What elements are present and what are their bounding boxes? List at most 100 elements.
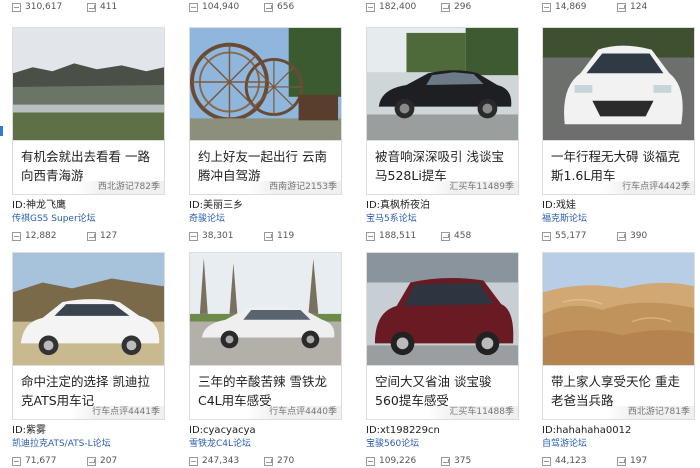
view-count-icon bbox=[366, 231, 375, 241]
top-stats-2: 104,940 656 bbox=[189, 1, 294, 13]
card-author[interactable]: ID:hahahaha0012 bbox=[542, 425, 695, 437]
card-title[interactable]: 有机会就出去看看 一路向西青海游 bbox=[21, 147, 158, 185]
comment-count: 656 bbox=[277, 2, 295, 12]
article-card[interactable]: 被音响深深吸引 浅谈宝马528Li提车 汇买车11489季 ID:真枫桥夜泊 宝… bbox=[366, 27, 519, 242]
article-card[interactable]: 带上家人享受天伦 重走老爸当兵路 西北游记781季 ID:hahahaha001… bbox=[542, 252, 695, 467]
view-count: 71,677 bbox=[25, 456, 57, 466]
card-tag[interactable]: 汇买车11488季 bbox=[427, 406, 518, 419]
card-tag[interactable]: 西南游记2153季 bbox=[247, 181, 341, 194]
card-title[interactable]: 空间大又省油 谈宝骏560提车感受 bbox=[375, 372, 512, 410]
view-count-icon bbox=[12, 456, 21, 466]
card-title[interactable]: 一年行程无大碍 谈福克斯1.6L用车 bbox=[551, 147, 688, 185]
comment-count: 270 bbox=[277, 456, 295, 466]
card-title[interactable]: 命中注定的选择 凯迪拉克ATS用车记 bbox=[21, 372, 158, 410]
card-tag[interactable]: 西北游记782季 bbox=[75, 181, 164, 194]
card-author[interactable]: ID:神龙飞鹰 bbox=[12, 200, 165, 212]
card-author[interactable]: ID:xt198229cn bbox=[366, 425, 519, 437]
view-count: 12,882 bbox=[25, 231, 57, 241]
desert-dunes-photo[interactable] bbox=[542, 252, 695, 366]
card-title-box[interactable]: 命中注定的选择 凯迪拉克ATS用车记 行车点评4441季 bbox=[12, 366, 165, 420]
card-title[interactable]: 约上好友一起出行 云南腾冲自驾游 bbox=[198, 147, 335, 185]
card-title[interactable]: 三年的辛酸苦辣 雪铁龙C4L用车感受 bbox=[198, 372, 335, 410]
article-card[interactable]: 一年行程无大碍 谈福克斯1.6L用车 行车点评4442季 ID:戏娃 福克斯论坛… bbox=[542, 27, 695, 242]
card-forum-link[interactable]: 福克斯论坛 bbox=[542, 213, 695, 225]
black-sedan-photo[interactable] bbox=[366, 27, 519, 141]
card-forum-link[interactable]: 自驾游论坛 bbox=[542, 438, 695, 450]
view-count: 109,226 bbox=[379, 456, 417, 466]
card-author[interactable]: ID:cyacyacya bbox=[189, 425, 342, 437]
red-suv-photo[interactable] bbox=[366, 252, 519, 366]
white-cadillac-photo[interactable] bbox=[12, 252, 165, 366]
card-author[interactable]: ID:戏娃 bbox=[542, 200, 695, 212]
comment-count: 124 bbox=[630, 2, 648, 12]
view-count-icon bbox=[189, 456, 198, 466]
card-title-box[interactable]: 三年的辛酸苦辣 雪铁龙C4L用车感受 行车点评4440季 bbox=[189, 366, 342, 420]
card-tag[interactable]: 行车点评4441季 bbox=[70, 406, 164, 419]
comment-count: 197 bbox=[630, 456, 648, 466]
card-title-box[interactable]: 带上家人享受天伦 重走老爸当兵路 西北游记781季 bbox=[542, 366, 695, 420]
card-forum-link[interactable]: 传祺GS5 Super论坛 bbox=[12, 213, 165, 225]
comment-count-icon bbox=[441, 2, 450, 12]
view-count-icon bbox=[189, 2, 198, 12]
view-count-icon bbox=[12, 2, 21, 12]
card-title-box[interactable]: 被音响深深吸引 浅谈宝马528Li提车 汇买车11489季 bbox=[366, 141, 519, 195]
comment-count-icon bbox=[87, 2, 96, 12]
comment-count-icon bbox=[264, 231, 273, 241]
comment-count-icon bbox=[617, 456, 626, 466]
card-forum-link[interactable]: 奇骏论坛 bbox=[189, 213, 342, 225]
top-stats-4: 14,869 124 bbox=[542, 1, 647, 13]
card-stats: 109,226 375 bbox=[366, 455, 519, 467]
card-author[interactable]: ID:真枫桥夜泊 bbox=[366, 200, 519, 212]
card-tag[interactable]: 行车点评4442季 bbox=[600, 181, 694, 194]
card-title-box[interactable]: 一年行程无大碍 谈福克斯1.6L用车 行车点评4442季 bbox=[542, 141, 695, 195]
card-title-box[interactable]: 空间大又省油 谈宝骏560提车感受 汇买车11488季 bbox=[366, 366, 519, 420]
comment-count-icon bbox=[87, 456, 96, 466]
card-forum-link[interactable]: 雪铁龙C4L论坛 bbox=[189, 438, 342, 450]
comment-count: 207 bbox=[100, 456, 118, 466]
article-card[interactable]: 空间大又省油 谈宝骏560提车感受 汇买车11488季 ID:xt198229c… bbox=[366, 252, 519, 467]
view-count-icon bbox=[542, 456, 551, 466]
waterwheel-photo[interactable] bbox=[189, 27, 342, 141]
card-stats: 247,343 270 bbox=[189, 455, 342, 467]
view-count-icon bbox=[366, 456, 375, 466]
comment-count-icon bbox=[264, 2, 273, 12]
card-title-box[interactable]: 约上好友一起出行 云南腾冲自驾游 西南游记2153季 bbox=[189, 141, 342, 195]
article-card[interactable]: 三年的辛酸苦辣 雪铁龙C4L用车感受 行车点评4440季 ID:cyacyacy… bbox=[189, 252, 342, 467]
top-stats-1: 310,617 411 bbox=[12, 1, 117, 13]
view-count-icon bbox=[12, 231, 21, 241]
side-indicator bbox=[0, 126, 3, 136]
article-card[interactable]: 约上好友一起出行 云南腾冲自驾游 西南游记2153季 ID:美丽三乡 奇骏论坛 … bbox=[189, 27, 342, 242]
card-tag[interactable]: 行车点评4440季 bbox=[247, 406, 341, 419]
comment-count: 458 bbox=[454, 231, 472, 241]
view-count: 55,177 bbox=[555, 231, 587, 241]
comment-count: 390 bbox=[630, 231, 648, 241]
comment-count-icon bbox=[441, 456, 450, 466]
top-stats-3: 182,400 296 bbox=[366, 1, 471, 13]
view-count-icon bbox=[366, 2, 375, 12]
article-card[interactable]: 命中注定的选择 凯迪拉克ATS用车记 行车点评4441季 ID:紫雾 凯迪拉克A… bbox=[12, 252, 165, 467]
card-title[interactable]: 带上家人享受天伦 重走老爸当兵路 bbox=[551, 372, 688, 410]
view-count: 247,343 bbox=[202, 456, 240, 466]
card-stats: 12,882 127 bbox=[12, 230, 165, 242]
card-forum-link[interactable]: 宝骏560论坛 bbox=[366, 438, 519, 450]
card-tag[interactable]: 汇买车11489季 bbox=[427, 181, 518, 194]
mountain-lake-photo[interactable] bbox=[12, 27, 165, 141]
card-tag[interactable]: 西北游记781季 bbox=[605, 406, 694, 419]
comment-count: 119 bbox=[277, 231, 295, 241]
view-count: 44,123 bbox=[555, 456, 587, 466]
card-stats: 71,677 207 bbox=[12, 455, 165, 467]
comment-count: 411 bbox=[100, 2, 118, 12]
view-count: 182,400 bbox=[379, 2, 417, 12]
white-hatchback-photo[interactable] bbox=[542, 27, 695, 141]
white-sedan-trees-photo[interactable] bbox=[189, 252, 342, 366]
article-card[interactable]: 有机会就出去看看 一路向西青海游 西北游记782季 ID:神龙飞鹰 传祺GS5 … bbox=[12, 27, 165, 242]
card-forum-link[interactable]: 宝马5系论坛 bbox=[366, 213, 519, 225]
card-author[interactable]: ID:美丽三乡 bbox=[189, 200, 342, 212]
view-count: 14,869 bbox=[555, 2, 587, 12]
card-title[interactable]: 被音响深深吸引 浅谈宝马528Li提车 bbox=[375, 147, 512, 185]
card-forum-link[interactable]: 凯迪拉克ATS/ATS-L论坛 bbox=[12, 438, 165, 450]
card-author[interactable]: ID:紫雾 bbox=[12, 425, 165, 437]
comment-count-icon bbox=[87, 231, 96, 241]
card-title-box[interactable]: 有机会就出去看看 一路向西青海游 西北游记782季 bbox=[12, 141, 165, 195]
comment-count-icon bbox=[264, 456, 273, 466]
